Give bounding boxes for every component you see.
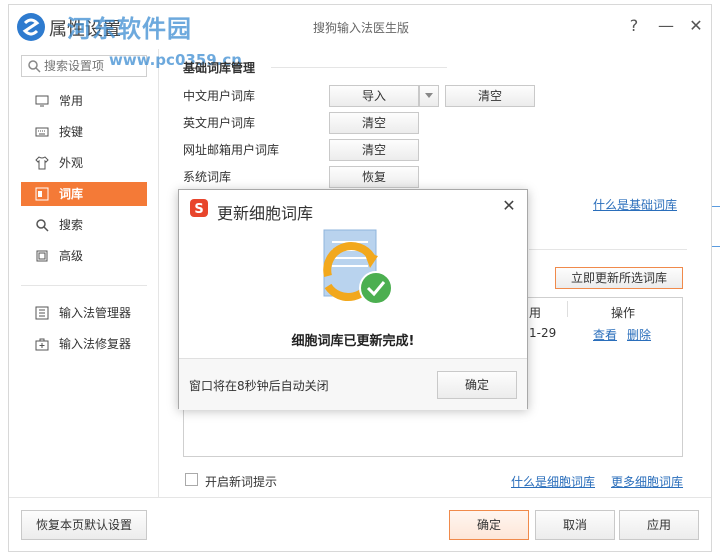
dialog-footer: 窗口将在8秒钟后自动关闭 确定 [179,358,527,410]
watermark-text: 河东软件园 [67,15,192,43]
sidebar-item-label: 外观 [59,156,84,170]
table-cell-date: 1-29 [529,326,557,340]
sidebar-item-label: 常用 [59,94,84,108]
book-icon [35,187,49,201]
sidebar-item-label: 词库 [59,187,84,201]
edge-divider [712,246,720,247]
apply-button[interactable]: 应用 [619,510,699,540]
cell-section-divider [529,249,687,250]
auto-close-text: 窗口将在8秒钟后自动关闭 [189,379,329,393]
more-cell-link[interactable]: 更多细胞词库 [611,473,683,490]
sidebar-item-label: 输入法管理器 [59,306,132,320]
sidebar-item-search[interactable]: 搜索 [21,213,147,237]
sidebar: 常用 按键 外观 词库 搜索 高级 输入法管理器 输入法修复器 [9,49,159,497]
table-header-date: 用 [529,306,542,320]
sidebar-item-label: 高级 [59,249,84,263]
sidebar-item-dictionary[interactable]: 词库 [21,182,147,206]
restore-defaults-button[interactable]: 恢复本页默认设置 [21,510,147,540]
sidebar-item-appearance[interactable]: 外观 [21,151,147,175]
dialog-ok-button[interactable]: 确定 [437,371,517,399]
sidebar-item-label: 搜索 [59,218,84,232]
table-header-action: 操作 [611,306,636,320]
chevron-down-icon [425,93,433,98]
sidebar-item-advanced[interactable]: 高级 [21,244,147,268]
new-word-hint-label: 开启新词提示 [205,475,278,489]
list-icon [35,306,49,320]
row-label-cn-user: 中文用户词库 [183,89,256,103]
shirt-icon [35,156,49,170]
monitor-icon [35,95,49,107]
clear-url-button[interactable]: 清空 [329,139,419,161]
section-title: 基础词库管理 [183,61,256,75]
title-bar: 属性设置 河东软件园 搜狗输入法医生版 ? — ✕ [9,5,711,49]
edge-divider [712,206,720,207]
new-word-hint-checkbox[interactable] [185,473,198,486]
minimize-button[interactable]: — [655,15,677,37]
cancel-button[interactable]: 取消 [535,510,615,540]
clear-cn-button[interactable]: 清空 [445,85,535,107]
row-label-system: 系统词库 [183,170,232,184]
sogou-s-icon: S [190,199,208,217]
what-is-cell-link[interactable]: 什么是细胞词库 [511,473,595,490]
sidebar-item-label: 输入法修复器 [59,337,132,351]
sidebar-item-ime-repair[interactable]: 输入法修复器 [21,332,147,356]
repair-icon [35,338,49,351]
update-dialog: S 更新细胞词库 ✕ 细胞词库已更新完成! 窗口将在8秒钟后自动关闭 确定 [178,189,528,410]
svg-text:S: S [194,202,203,217]
sidebar-item-ime-manager[interactable]: 输入法管理器 [21,301,147,325]
dialog-message: 细胞词库已更新完成! [291,334,415,349]
close-button[interactable]: ✕ [685,15,707,37]
sidebar-item-common[interactable]: 常用 [21,89,147,113]
dialog-close-button[interactable]: ✕ [499,196,519,216]
sidebar-divider [21,285,147,286]
delete-link[interactable]: 删除 [627,326,651,343]
table-header-divider [567,301,568,317]
row-label-url-email: 网址邮箱用户词库 [183,143,280,157]
help-button[interactable]: ? [623,15,645,37]
row-label-en-user: 英文用户词库 [183,116,256,130]
ok-button[interactable]: 确定 [449,510,529,540]
section-divider [271,67,447,68]
import-button[interactable]: 导入 [329,85,419,107]
import-dropdown-button[interactable] [419,85,439,107]
keyboard-icon [35,127,49,137]
footer-bar: 恢复本页默认设置 确定 取消 应用 [9,497,711,553]
view-link[interactable]: 查看 [593,326,617,343]
update-selected-button[interactable]: 立即更新所选词库 [555,267,683,289]
clear-en-button[interactable]: 清空 [329,112,419,134]
product-name: 搜狗输入法医生版 [313,21,410,35]
search-icon [36,219,49,232]
dialog-title: 更新细胞词库 [217,204,314,223]
search-icon [28,60,41,73]
sidebar-item-label: 按键 [59,125,84,139]
what-is-basic-link[interactable]: 什么是基础词库 [593,196,677,213]
restore-system-button[interactable]: 恢复 [329,166,419,188]
square-icon [36,250,48,262]
sogou-logo-icon [17,13,45,41]
update-complete-icon [323,229,393,305]
sidebar-item-keys[interactable]: 按键 [21,120,147,144]
